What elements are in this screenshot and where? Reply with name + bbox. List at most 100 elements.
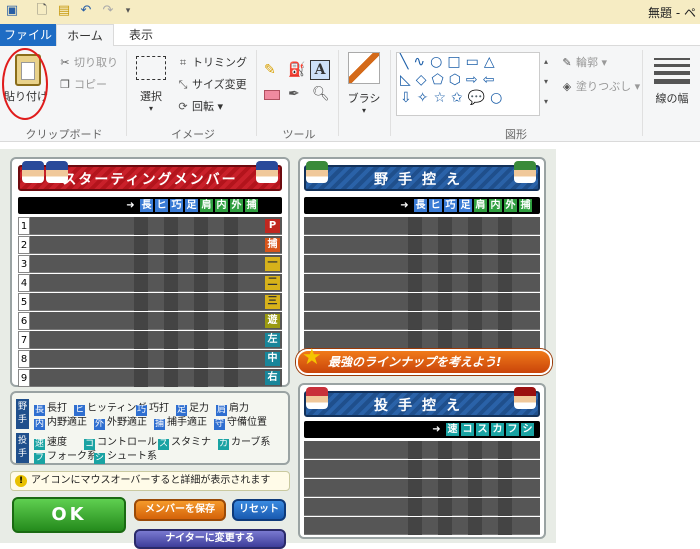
lineup-row[interactable]: 3一 [18,255,282,273]
brush-button[interactable]: ブラシ ▾ [344,52,384,118]
stat-icon[interactable]: カ [491,423,504,436]
stat-cell [408,293,422,311]
stat-icon[interactable]: 外 [230,199,243,212]
stat-cell [164,350,178,368]
stat-icon[interactable]: 長 [414,199,427,212]
crop-button[interactable]: ⌗ トリミング [176,54,247,70]
bench-row[interactable] [304,460,540,478]
size-button[interactable]: 線の幅 [650,54,694,124]
stat-cell [438,217,452,235]
fill-bucket-icon[interactable]: ⛽ [288,62,305,78]
stat-icon[interactable]: 巧 [170,199,183,212]
stat-cell [134,369,148,387]
outline-button[interactable]: ✎ 輪郭 ▾ [560,54,607,70]
bench-row[interactable] [304,274,540,292]
legend-item: ススタミナ [158,433,211,450]
legend-icon: シ [94,453,105,464]
stat-cell [438,498,452,516]
stat-icon[interactable]: ヒ [429,199,442,212]
eraser-icon[interactable] [264,90,280,100]
shapes-scroll[interactable]: ▴ ▾ ▾ [540,52,552,116]
lineup-row[interactable]: 7左 [18,331,282,349]
stat-icon[interactable]: 捕 [245,199,258,212]
reset-button[interactable]: リセット [232,499,286,521]
ok-button[interactable]: OK [12,497,126,533]
stat-icon[interactable]: フ [506,423,519,436]
fill-button[interactable]: ◈ 塗りつぶし ▾ [560,78,640,94]
tab-file[interactable]: ファイル [0,24,56,46]
fill-icon: ◈ [562,80,572,93]
stat-cell [134,236,148,254]
bench-row[interactable] [304,331,540,349]
legend-text: 捕手適正 [167,417,207,428]
ribbon: 貼り付け ✂ 切り取り ❐ コピー クリップボード 選択 ▾ ⌗ トリミング ⤡ サイズ… [0,46,700,142]
paint-app-icon[interactable]: ▣ [4,3,20,19]
text-tool-icon[interactable]: A [310,60,330,80]
outline-label: 輪郭 [576,56,598,69]
separator [338,50,339,136]
stat-icon[interactable]: ヒ [155,199,168,212]
stat-icon[interactable]: シ [521,423,534,436]
ribbon-tabs: ファイル ホーム 表示 [0,24,700,47]
save-members-button[interactable]: メンバーを保存 [134,499,226,521]
new-file-icon[interactable]: 🗋 [34,3,50,19]
shapes-gallery[interactable]: ╲∿○□▭△ ◺◇⬠⬡⇨⇦ ⇩✧☆✩💬○ [396,52,540,116]
starting-members-panel: スターティングメンバー ➜ 長 ヒ 巧 足 肩 内 外 捕 1P2捕3一4二5三… [10,157,290,387]
bench-row[interactable] [304,517,540,535]
bench-row[interactable] [304,236,540,254]
legend-item: フフォーク系 [34,447,97,464]
stat-cell [498,293,512,311]
stat-cell [498,217,512,235]
stat-icon[interactable]: コ [461,423,474,436]
lineup-row[interactable]: 1P [18,217,282,235]
resize-button[interactable]: ⤡ サイズ変更 [176,76,247,92]
copy-button[interactable]: ❐ コピー [58,76,107,92]
lineup-row[interactable]: 4二 [18,274,282,292]
bench-row[interactable] [304,217,540,235]
stat-icon[interactable]: 内 [215,199,228,212]
magnifier-icon[interactable]: 🔍︎ [312,86,330,102]
stat-cell [194,255,208,273]
stat-icon[interactable]: 巧 [444,199,457,212]
lineup-row[interactable]: 9右 [18,369,282,387]
brush-icon [348,52,380,84]
stat-icon[interactable]: 捕 [519,199,532,212]
quick-access-dropdown-icon[interactable]: ▾ [120,3,136,19]
lineup-row[interactable]: 2捕 [18,236,282,254]
stat-icon[interactable]: ス [476,423,489,436]
undo-icon[interactable]: ↶ [78,3,94,19]
bench-row[interactable] [304,312,540,330]
stat-icon[interactable]: 肩 [200,199,213,212]
cut-button[interactable]: ✂ 切り取り [58,54,118,70]
stat-icon[interactable]: 長 [140,199,153,212]
stat-cell [498,498,512,516]
select-button[interactable]: 選択 ▾ [134,54,168,114]
lineup-row[interactable]: 8中 [18,350,282,368]
nighter-button[interactable]: ナイターに変更する [134,529,286,549]
stat-icon[interactable]: 肩 [474,199,487,212]
arrow-icon: ➜ [126,200,135,211]
tab-view[interactable]: 表示 [114,24,168,46]
stat-icon[interactable]: 内 [489,199,502,212]
bench-row[interactable] [304,441,540,459]
lineup-row[interactable]: 6遊 [18,312,282,330]
rotate-button[interactable]: ⟳ 回転 ▾ [176,98,223,114]
bench-row[interactable] [304,479,540,497]
stat-icon[interactable]: 速 [446,423,459,436]
stat-cell [224,274,238,292]
stat-icon[interactable]: 足 [185,199,198,212]
redo-icon[interactable]: ↷ [100,3,116,19]
stat-icon[interactable]: 外 [504,199,517,212]
bench-row[interactable] [304,255,540,273]
stat-icon[interactable]: 足 [459,199,472,212]
lineup-row[interactable]: 5三 [18,293,282,311]
color-picker-icon[interactable]: ✒ [288,86,300,102]
starting-stats-header: ➜ 長 ヒ 巧 足 肩 内 外 捕 [18,197,282,214]
bench-row[interactable] [304,498,540,516]
stat-cell [438,479,452,497]
tab-home[interactable]: ホーム [56,24,114,47]
save-icon[interactable]: ▤ [56,3,72,19]
bench-row[interactable] [304,293,540,311]
legend-item: シシュート系 [94,447,157,464]
pencil-icon[interactable]: ✎ [264,62,276,78]
